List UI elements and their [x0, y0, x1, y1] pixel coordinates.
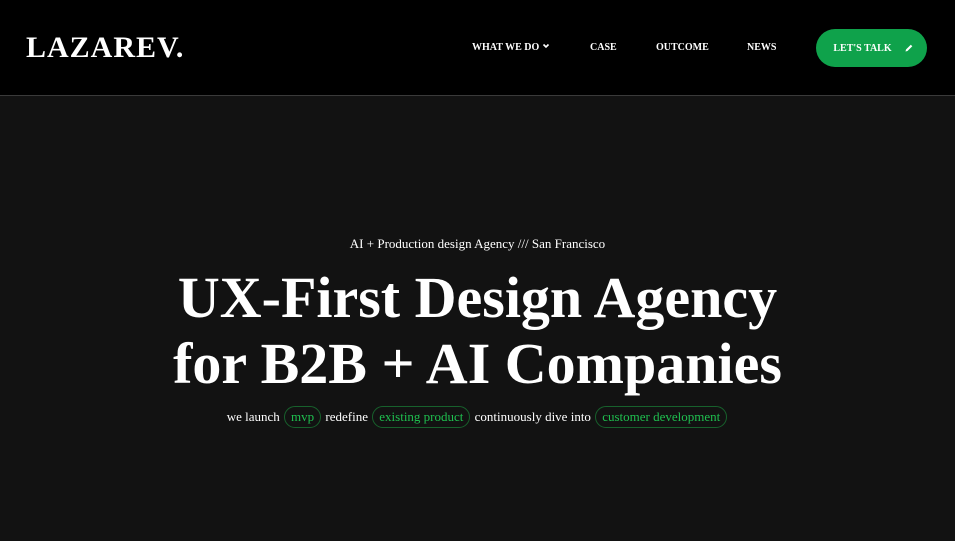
- headline-line-1: UX-First Design Agency: [177, 265, 778, 330]
- hero-tagline: we launch mvp redefine existing product …: [0, 405, 955, 429]
- logo[interactable]: LAZAREV.: [26, 30, 184, 66]
- hero-section: AI + Production design Agency /// San Fr…: [0, 97, 955, 541]
- tagline-text-2: redefine: [325, 409, 369, 424]
- hero-subtitle: AI + Production design Agency /// San Fr…: [349, 236, 606, 251]
- nav-news[interactable]: NEWS: [747, 41, 776, 55]
- tagline-text-3: continuously dive into: [474, 409, 591, 424]
- site-header: LAZAREV. WHAT WE DO CASE OUTCOME NEWS LE…: [0, 0, 955, 96]
- tag-mvp: mvp: [284, 406, 322, 428]
- chevron-down-icon: [543, 43, 550, 49]
- lets-talk-button[interactable]: LET'S TALK: [816, 29, 927, 67]
- nav-outcome[interactable]: OUTCOME: [656, 41, 709, 55]
- tag-existing-product: existing product: [372, 406, 471, 428]
- lets-talk-label: LET'S TALK: [833, 42, 892, 54]
- nav-what-we-do[interactable]: WHAT WE DO: [472, 41, 550, 55]
- tagline-text-1: we launch: [226, 409, 280, 424]
- headline-line-2: for B2B + AI Companies: [173, 331, 782, 396]
- tag-customer-development: customer development: [595, 406, 728, 428]
- hero-headline: UX-First Design Agency for B2B + AI Comp…: [0, 265, 955, 397]
- pencil-icon: [905, 44, 912, 52]
- nav-what-we-do-label: WHAT WE DO: [472, 42, 540, 53]
- nav-case[interactable]: CASE: [590, 41, 617, 55]
